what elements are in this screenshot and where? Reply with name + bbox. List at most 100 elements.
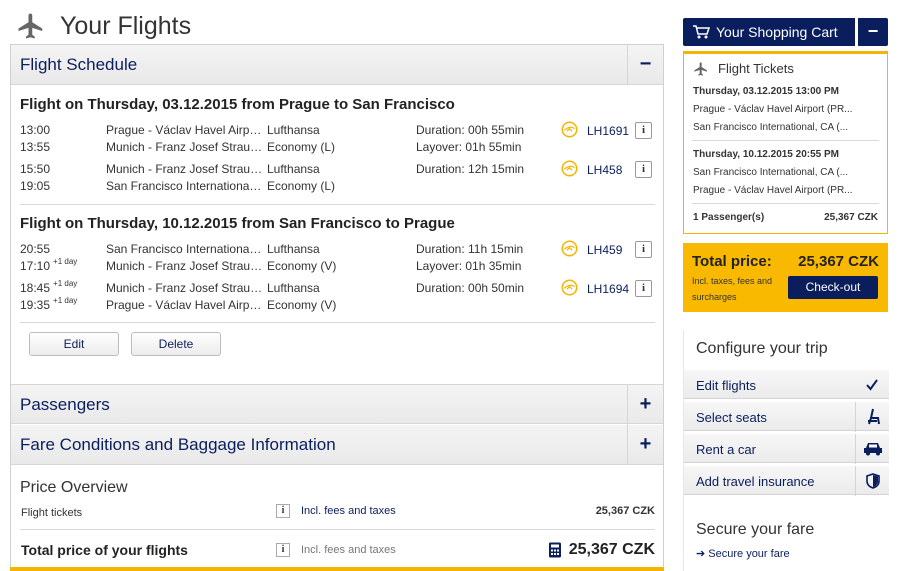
cabin-class: Economy (V) [267, 259, 337, 273]
duration: Duration: 11h 15min [416, 242, 524, 256]
arr-time: 13:55 [20, 140, 51, 154]
secure-fare-link[interactable]: ➔ Secure your fare [696, 547, 790, 560]
cart-label: Your Shopping Cart [716, 24, 838, 40]
tickets-price-row: Flight tickets i Incl. fees and taxes 25… [11, 504, 663, 522]
flight-number[interactable]: LH459 [587, 243, 622, 257]
lufthansa-logo-icon [561, 240, 578, 257]
edit-flights-item[interactable]: Edit flights [684, 369, 889, 399]
shield-icon [855, 466, 889, 496]
lufthansa-logo-icon [561, 160, 578, 177]
tickets-note: Incl. fees and taxes [301, 505, 396, 517]
dep-time: 20:55 [20, 242, 51, 256]
flight-number[interactable]: LH458 [587, 163, 622, 177]
plane-icon [18, 13, 43, 39]
expand-button[interactable]: + [627, 385, 663, 425]
info-icon[interactable]: i [635, 122, 652, 139]
dep-time: 18:45 +1 day [20, 279, 78, 295]
info-icon[interactable]: i [276, 504, 290, 518]
lufthansa-logo-icon [561, 279, 578, 296]
edit-button[interactable]: Edit [29, 332, 119, 356]
segment-row: 19:05 San Francisco International, CA (S… [11, 179, 663, 196]
duration: Duration: 00h 55min [416, 123, 525, 137]
flight-schedule-title: Flight Schedule [20, 55, 138, 74]
day-offset: +1 day [53, 279, 78, 288]
arr-place: Prague - Václav Havel Airport (PRG) [106, 298, 263, 312]
bottom-accent-bar [10, 567, 664, 571]
fare-title: Fare Conditions and Baggage Information [20, 435, 336, 454]
configure-title: Configure your trip [696, 340, 828, 357]
cabin-class: Economy (L) [267, 140, 336, 154]
flight-number[interactable]: LH1691 [587, 124, 629, 138]
divider [692, 203, 879, 204]
flight-number[interactable]: LH1694 [587, 282, 629, 296]
info-icon[interactable]: i [635, 161, 652, 178]
airline: Lufthansa [267, 242, 320, 256]
dep-place: Munich - Franz Josef Strauss (MUC) [106, 162, 263, 176]
info-icon[interactable]: i [635, 241, 652, 258]
day-offset: +1 day [53, 296, 78, 305]
passengers-header[interactable]: Passengers + [11, 384, 663, 425]
info-icon[interactable]: i [276, 543, 290, 557]
cart-return-to: Prague - Václav Havel Airport (PR... [693, 185, 853, 196]
travel-insurance-label: Add travel insurance [696, 474, 815, 489]
calculator-icon [548, 542, 562, 561]
arr-time: 19:35 +1 day [20, 296, 78, 312]
arr-time: 19:05 [20, 179, 51, 193]
day-offset: +1 day [53, 257, 78, 266]
divider [20, 322, 655, 323]
segment-row: 13:55 Munich - Franz Josef Strauss (MUC)… [11, 140, 663, 157]
info-icon[interactable]: i [635, 280, 652, 297]
return-title: Flight on Thursday, 10.12.2015 from San … [20, 215, 455, 232]
cart-outbound-to: San Francisco International, CA (... [693, 122, 849, 133]
airline: Lufthansa [267, 123, 320, 137]
dep-time: 13:00 [20, 123, 51, 137]
duration: Duration: 00h 50min [416, 281, 525, 295]
select-seats-label: Select seats [696, 410, 767, 425]
duration: Duration: 12h 15min [416, 162, 525, 176]
delete-button[interactable]: Delete [131, 332, 221, 356]
collapse-button[interactable]: − [627, 45, 663, 85]
shopping-cart-button[interactable]: Your Shopping Cart [683, 18, 855, 46]
price-overview-title: Price Overview [20, 479, 128, 496]
checkout-button[interactable]: Check-out [788, 276, 878, 299]
outbound-title: Flight on Thursday, 03.12.2015 from Prag… [20, 96, 455, 113]
cart-outbound-from: Prague - Václav Havel Airport (PR... [693, 104, 853, 115]
segment-row: 17:10 +1 day Munich - Franz Josef Strauss… [11, 257, 663, 276]
total-price-row: Total price of your flights i Incl. fees… [11, 541, 663, 562]
dep-place: Munich - Franz Josef Strauss (MUC) [106, 281, 263, 295]
lufthansa-logo-icon [561, 121, 578, 138]
expand-button[interactable]: + [627, 425, 663, 465]
total-amount: 25,367 CZK [568, 541, 655, 558]
total-price-label: Total price: [692, 253, 772, 270]
total-price-amount: 25,367 CZK [798, 253, 879, 270]
divider [20, 529, 655, 530]
flight-schedule-header[interactable]: Flight Schedule − [11, 45, 663, 85]
cart-icon [693, 25, 710, 39]
arr-place: Munich - Franz Josef Strauss (MUC) [106, 259, 263, 273]
edit-flights-label: Edit flights [696, 378, 756, 393]
select-seats-item[interactable]: Select seats [684, 401, 889, 432]
layover: Layover: 01h 35min [416, 259, 522, 273]
car-icon [855, 434, 889, 464]
rent-car-item[interactable]: Rent a car [684, 433, 889, 464]
airline: Lufthansa [267, 281, 320, 295]
travel-insurance-item[interactable]: Add travel insurance [684, 465, 889, 496]
check-icon [855, 370, 889, 400]
dep-place: Prague - Václav Havel Airport (PRG) [106, 123, 263, 137]
cart-return-from: San Francisco International, CA (... [693, 167, 849, 178]
cart-collapse-button[interactable]: − [858, 18, 888, 46]
total-note-line1: Incl. taxes, fees and [692, 276, 773, 286]
cabin-class: Economy (V) [267, 298, 337, 312]
arr-time: 17:10 +1 day [20, 257, 78, 273]
divider [692, 140, 879, 141]
fare-header[interactable]: Fare Conditions and Baggage Information … [11, 425, 663, 465]
main-panel: Flight Schedule − Flight on Thursday, 03… [10, 44, 664, 571]
cart-passengers-amount: 25,367 CZK [824, 212, 878, 223]
passengers-title: Passengers [20, 395, 110, 414]
tickets-label: Flight tickets [21, 507, 83, 519]
layover: Layover: 01h 55min [416, 140, 522, 154]
segment-row: 19:35 +1 day Prague - Václav Havel Airpor… [11, 296, 663, 315]
cabin-class: Economy (L) [267, 179, 336, 193]
arr-place: Munich - Franz Josef Strauss (MUC) [106, 140, 263, 154]
total-label: Total price of your flights [21, 542, 188, 558]
